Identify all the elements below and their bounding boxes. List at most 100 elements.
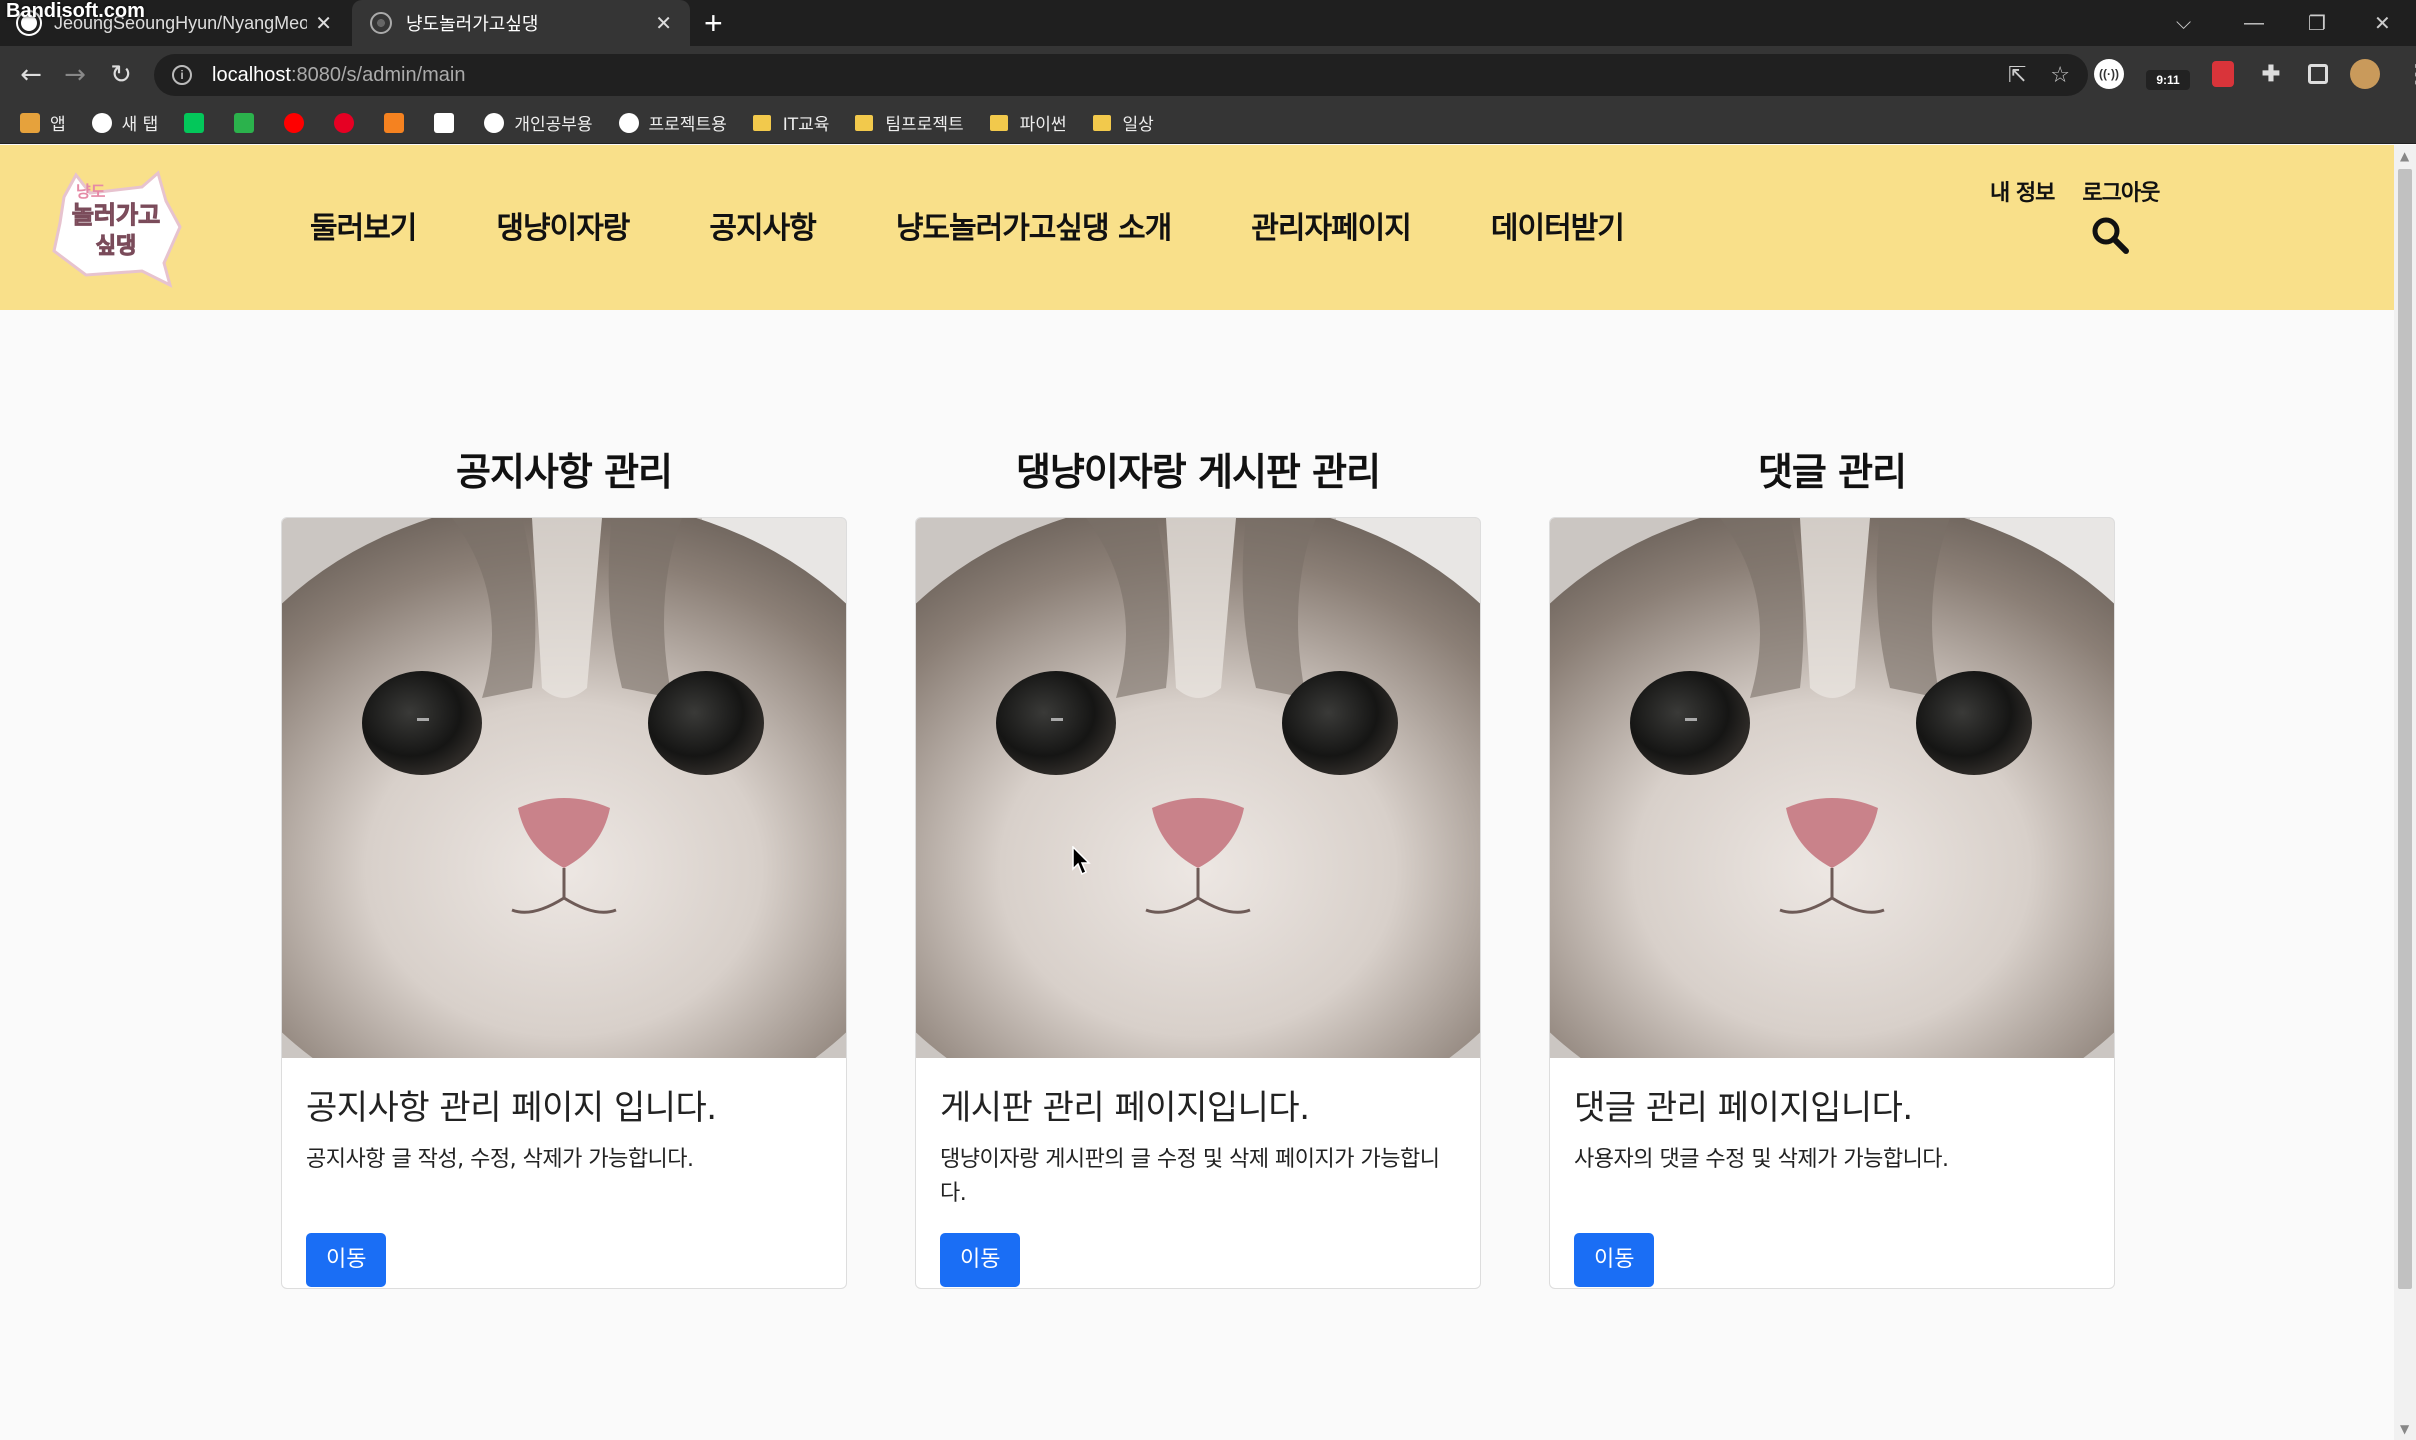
card-text: 댕냥이자랑 게시판의 글 수정 및 삭제 페이지가 가능합니다. xyxy=(940,1147,1440,1206)
svg-text:놀러가고: 놀러가고 xyxy=(72,201,160,229)
url-text[interactable]: localhost:8080/s/admin/main xyxy=(212,64,465,87)
bookmark-item[interactable] xyxy=(184,112,214,133)
side-panel-icon[interactable] xyxy=(2308,64,2328,84)
bookmark-label: 앱 xyxy=(50,115,66,135)
card-body: 공지사항 관리 페이지 입니다. 공지사항 글 작성, 수정, 삭제가 가능합니다… xyxy=(282,1058,846,1288)
svg-text:냥도: 냥도 xyxy=(76,182,106,201)
site-info-icon[interactable]: i xyxy=(172,65,192,85)
browser-tabstrip: Bandisoft.com JeoungSeoungHyun/NyangMeo … xyxy=(0,0,2416,46)
globe-icon xyxy=(91,112,112,133)
youtube-icon xyxy=(284,112,305,133)
scrollbar-thumb[interactable] xyxy=(2398,169,2412,1289)
bookmarks-bar: 앱 새 탭 개인공부용 프로젝트용 IT교육 팀프로젝트 파이썬 일상 xyxy=(0,102,2416,144)
url-path: :8080/s/admin/main xyxy=(290,63,466,86)
admin-card: 게시판 관리 페이지입니다. 댕냥이자랑 게시판의 글 수정 및 삭제 페이지가 … xyxy=(915,517,1481,1289)
bookmark-item[interactable] xyxy=(284,112,314,133)
go-button[interactable]: 이동 xyxy=(940,1233,1021,1287)
browser-tab-site[interactable]: 냥도놀러가고싶댕 ✕ xyxy=(352,0,690,46)
minimize-button[interactable]: — xyxy=(2244,0,2264,46)
bookmark-label: 팀프로젝트 xyxy=(885,115,964,135)
bookmark-star-icon[interactable]: ☆ xyxy=(2050,63,2070,88)
user-links: 내 정보 로그아웃 xyxy=(1990,175,2160,207)
scroll-up-arrow-icon[interactable]: ▲ xyxy=(2400,149,2409,163)
close-window-button[interactable]: ✕ xyxy=(2374,0,2391,46)
nav-notice[interactable]: 공지사항 xyxy=(709,203,816,247)
bookmark-item[interactable]: 파이썬 xyxy=(989,110,1067,135)
profile-avatar[interactable] xyxy=(2350,59,2380,89)
extension-red-icon[interactable] xyxy=(2212,61,2234,87)
go-button[interactable]: 이동 xyxy=(306,1233,387,1287)
forward-arrow-icon[interactable]: → xyxy=(58,58,92,92)
extension-timer-badge[interactable]: 9:11 xyxy=(2146,70,2190,90)
bookmark-item[interactable]: 팀프로젝트 xyxy=(855,110,964,135)
bookmark-item[interactable]: 새 탭 xyxy=(91,110,159,135)
share-icon[interactable]: ⇱ xyxy=(2008,63,2026,88)
new-tab-button[interactable]: + xyxy=(704,6,723,40)
github-icon xyxy=(618,112,639,133)
extensions-puzzle-icon[interactable]: ✚ xyxy=(2256,59,2286,89)
nav-pet-showoff[interactable]: 댕냥이자랑 xyxy=(496,203,630,247)
bookmark-label: 새 탭 xyxy=(121,115,159,135)
bookmark-item[interactable]: 앱 xyxy=(20,110,66,135)
card-title: 댓글 관리 페이지입니다. xyxy=(1574,1088,1913,1128)
mouse-cursor-icon xyxy=(1072,846,1091,876)
svg-text:싶댕: 싶댕 xyxy=(96,234,136,259)
card-heading: 댓글 관리 xyxy=(1757,450,1907,494)
extension-wave-icon[interactable]: ((·)) xyxy=(2094,59,2124,89)
trello-icon xyxy=(434,112,455,133)
puzzle-orange-icon xyxy=(384,112,405,133)
bookmark-item[interactable] xyxy=(384,112,414,133)
pinterest-icon xyxy=(334,112,355,133)
nav-data-download[interactable]: 데이터받기 xyxy=(1491,203,1625,247)
bookmark-label: 일상 xyxy=(1122,115,1154,135)
bookmark-label: 프로젝트용 xyxy=(648,115,727,135)
search-icon[interactable] xyxy=(2090,215,2130,255)
admin-card-column: 댓글 관리 댓글 관리 페이지입니다. 사용자의 댓글 수정 및 삭제가 가능합… xyxy=(1549,445,2115,1289)
address-bar[interactable]: i localhost:8080/s/admin/main ⇱ ☆ xyxy=(154,54,2088,96)
close-icon[interactable]: ✕ xyxy=(655,11,672,36)
card-text: 공지사항 글 작성, 수정, 삭제가 가능합니다. xyxy=(306,1147,694,1172)
admin-card: 공지사항 관리 페이지 입니다. 공지사항 글 작성, 수정, 삭제가 가능합니다… xyxy=(281,517,847,1289)
extensions-area: ((·)) 9:11 ✚ ⋮ xyxy=(2094,56,2416,92)
nav-admin[interactable]: 관리자페이지 xyxy=(1251,203,1412,247)
url-host: localhost xyxy=(212,63,291,86)
my-info-link[interactable]: 내 정보 xyxy=(1990,175,2055,207)
scroll-down-arrow-icon[interactable]: ▼ xyxy=(2400,1422,2409,1436)
bookmark-item[interactable]: 일상 xyxy=(1092,110,1154,135)
folder-icon xyxy=(989,114,1008,131)
browser-toolbar: ← → ↻ i localhost:8080/s/admin/main ⇱ ☆ … xyxy=(0,46,2416,102)
nav-browse[interactable]: 둘러보기 xyxy=(310,203,417,247)
tab-title: 냥도놀러가고싶댕 xyxy=(406,14,539,34)
bookmark-item[interactable]: 개인공부용 xyxy=(484,110,593,135)
restore-button[interactable]: ❐ xyxy=(2308,0,2326,46)
page-scrollbar[interactable]: ▲ ▼ xyxy=(2394,145,2416,1440)
card-body: 게시판 관리 페이지입니다. 댕냥이자랑 게시판의 글 수정 및 삭제 페이지가 … xyxy=(916,1058,1480,1288)
menu-kebab-icon[interactable]: ⋮ xyxy=(2402,59,2416,89)
nav-about[interactable]: 냥도놀러가고싶댕 소개 xyxy=(896,203,1172,247)
bookmark-item[interactable] xyxy=(234,112,264,133)
admin-card-column: 공지사항 관리 공지사항 관리 페이지 입니다.공지사항 글 작성, 수정, xyxy=(281,445,847,1289)
bookmark-label: IT교육 xyxy=(782,115,830,135)
tab-search-button[interactable]: ⌵ xyxy=(2176,0,2191,46)
go-button[interactable]: 이동 xyxy=(1574,1233,1655,1287)
bookmark-item[interactable] xyxy=(334,112,364,133)
folder-icon xyxy=(1092,114,1111,131)
logout-link[interactable]: 로그아웃 xyxy=(2082,175,2160,207)
bookmark-item[interactable]: 프로젝트용 xyxy=(618,110,727,135)
bookmark-item[interactable]: IT교육 xyxy=(752,110,830,135)
page-content: 놀러가고 싶댕 냥도 둘러보기 댕냥이자랑 공지사항 냥도놀러가고싶댕 소개 관… xyxy=(0,145,2394,1440)
back-arrow-icon[interactable]: ← xyxy=(14,58,48,92)
bookmark-label: 파이썬 xyxy=(1019,115,1067,135)
reload-icon[interactable]: ↻ xyxy=(104,58,138,92)
close-icon[interactable]: ✕ xyxy=(315,11,332,36)
main-nav: 둘러보기 댕냥이자랑 공지사항 냥도놀러가고싶댕 소개 관리자페이지 데이터받기 xyxy=(310,203,1704,247)
card-heading: 공지사항 관리 xyxy=(456,450,673,494)
cat-photo xyxy=(282,518,846,1058)
admin-card-column: 댕냥이자랑 게시판 관리 게시판 관리 페이지입니다. 댕냥이자랑 게시판의 글… xyxy=(915,445,1481,1289)
folder-icon xyxy=(855,114,874,131)
bookmark-item[interactable] xyxy=(434,112,464,133)
card-title: 게시판 관리 페이지입니다. xyxy=(940,1088,1310,1128)
card-title: 공지사항 관리 페이지 입니다. xyxy=(306,1088,717,1128)
site-logo[interactable]: 놀러가고 싶댕 냥도 xyxy=(46,167,186,291)
card-heading: 댕냥이자랑 게시판 관리 xyxy=(1015,450,1381,494)
